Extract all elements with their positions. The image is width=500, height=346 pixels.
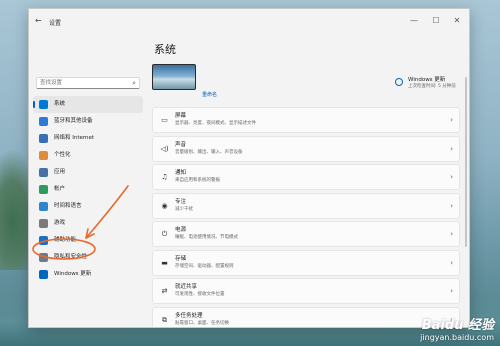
- windows-update-icon: [395, 78, 403, 86]
- back-arrow-icon[interactable]: ←: [35, 17, 42, 25]
- chevron-right-icon: ›: [450, 144, 453, 153]
- focus-icon: ◉: [161, 201, 168, 210]
- sidebar-item[interactable]: 个性化: [33, 147, 143, 164]
- card-title: 通知: [175, 170, 187, 176]
- minimize-button[interactable]: —: [407, 14, 421, 28]
- card-subtitle: 显示器、亮度、夜间模式、显示描述文件: [175, 121, 256, 126]
- rename-link[interactable]: 重命名: [202, 91, 217, 98]
- bell-icon: ♫: [161, 173, 168, 181]
- card-subtitle: 睡眠、电池使用情况、节电模式: [175, 235, 238, 240]
- sidebar-item[interactable]: Windows 更新: [33, 266, 143, 283]
- close-button[interactable]: ✕: [450, 14, 464, 28]
- card-title: 就近共享: [175, 284, 198, 290]
- sidebar-nav: 系统蓝牙和其他设备 网络和 Internet 个性化应用帐户时间和语言游戏辅助功能隐…: [33, 96, 143, 283]
- sidebar-item-label: 网络和 Internet: [54, 135, 95, 141]
- sidebar-item[interactable]: 蓝牙和其他设备: [33, 113, 143, 130]
- title-bar: ← 设置 — ☐ ✕: [29, 9, 469, 37]
- sidebar-item-label: 应用: [54, 169, 66, 175]
- card-subtitle: 贴靠窗口、桌面、任务切换: [175, 320, 229, 326]
- monitor-icon: [39, 100, 48, 109]
- sidebar-item-label: Windows 更新: [54, 271, 92, 277]
- card-subtitle: 来自应用和系统的警报: [175, 178, 220, 183]
- card-title: 专注: [175, 198, 187, 205]
- app-title: 设置: [49, 20, 62, 27]
- card-title: 存储: [175, 255, 187, 262]
- sidebar-item-label: 帐户: [54, 186, 66, 192]
- sidebar-item-label: 隐私和安全性: [54, 254, 88, 260]
- gamepad-icon: [39, 219, 48, 228]
- device-thumbnail: [152, 64, 196, 90]
- brush-icon: [39, 151, 48, 160]
- settings-cards: ▭ 屏幕显示器、亮度、夜间模式、显示描述文件 › ◁) 声音 音量级别、输出、输入、声音设…: [152, 107, 460, 327]
- chevron-right-icon: ›: [450, 258, 453, 267]
- settings-window: ← 设置 — ☐ ✕ ⌕ 系统蓝牙和其他设备网络和 Internet 个性化应用帐…: [28, 8, 470, 328]
- main-content: 系统 重命名 Windows 更新 上次检查时间: 5 分钟前 ▭ 屏幕显示器、亮…: [147, 37, 469, 327]
- speaker-icon: ◁): [160, 144, 169, 153]
- settings-card[interactable]: ◉ 专注 减少干扰 ›: [152, 192, 460, 219]
- baidu-watermark: Baidu 经验 jingyan.baidu.com: [420, 314, 494, 342]
- watermark-url: jingyan.baidu.com: [420, 333, 494, 342]
- sidebar-item[interactable]: 网络和 Internet: [33, 130, 143, 147]
- sidebar-item-label: 游戏: [54, 220, 66, 226]
- scrollbar[interactable]: [465, 77, 467, 247]
- sidebar-item-label: 个性化: [54, 152, 71, 158]
- chevron-right-icon: ›: [450, 116, 453, 124]
- settings-card[interactable]: ▬ 存储 存储空间、驱动器、配置规则 ›: [152, 249, 460, 276]
- chevron-right-icon: ›: [450, 230, 453, 238]
- sidebar-item-label: 系统: [54, 101, 66, 107]
- sidebar-item-label: 蓝牙和其他设备: [54, 118, 93, 124]
- clock-globe-icon: [39, 202, 48, 211]
- windows-update-icon: [39, 270, 48, 279]
- settings-card[interactable]: ⧉ 多任务处理 贴靠窗口、桌面、任务切换 ›: [152, 306, 460, 327]
- settings-card[interactable]: ▭ 屏幕显示器、亮度、夜间模式、显示描述文件 ›: [152, 107, 460, 133]
- person-icon: [39, 185, 48, 194]
- sidebar-item-label: 时间和语言: [54, 203, 82, 209]
- chevron-right-icon: ›: [450, 201, 453, 210]
- chevron-right-icon: ›: [450, 287, 453, 295]
- wifi-icon: [39, 134, 48, 143]
- sidebar-item-label: 辅助功能: [54, 237, 77, 243]
- card-subtitle: 可发现性、接收文件位置: [175, 292, 225, 297]
- chevron-right-icon: ›: [450, 173, 453, 181]
- display-icon: ▭: [161, 116, 168, 124]
- watermark-logo: Baidu 经验: [421, 318, 494, 333]
- sidebar-item[interactable]: 隐私和安全性: [33, 249, 143, 266]
- settings-card[interactable]: ⇄ 就近共享可发现性、接收文件位置 ›: [152, 278, 460, 304]
- card-title: 屏幕: [175, 113, 187, 119]
- sidebar-item[interactable]: 帐户: [33, 181, 143, 198]
- card-subtitle: 减少干扰: [175, 206, 193, 212]
- search-icon[interactable]: ⌕: [132, 79, 136, 88]
- search-box[interactable]: ⌕: [36, 77, 140, 89]
- search-input[interactable]: [37, 78, 124, 88]
- sidebar-item[interactable]: 应用: [33, 164, 143, 181]
- shield-icon: [39, 253, 48, 262]
- windows-update-status[interactable]: Windows 更新 上次检查时间: 5 分钟前: [395, 74, 467, 94]
- maximize-button[interactable]: ☐: [429, 14, 443, 28]
- power-icon: ⏻: [161, 230, 168, 238]
- accessibility-icon: [39, 236, 48, 245]
- card-title: 声音: [175, 141, 187, 148]
- page-title: 系统: [154, 43, 176, 56]
- card-title: 多任务处理: [175, 312, 203, 319]
- settings-card[interactable]: ♫ 通知来自应用和系统的警报 ›: [152, 164, 460, 190]
- sidebar-item[interactable]: 辅助功能: [33, 232, 143, 249]
- card-subtitle: 存储空间、驱动器、配置规则: [175, 263, 234, 269]
- update-subtitle: 上次检查时间: 5 分钟前: [408, 84, 456, 89]
- bluetooth-icon: [39, 117, 48, 126]
- sidebar-item[interactable]: 系统: [33, 96, 143, 113]
- apps-icon: [39, 168, 48, 177]
- settings-card[interactable]: ◁) 声音 音量级别、输出、输入、声音设备 ›: [152, 135, 460, 162]
- update-title: Windows 更新: [408, 77, 446, 83]
- card-title: 电源: [175, 227, 187, 233]
- multitask-icon: ⧉: [162, 315, 167, 324]
- nearby-share-icon: ⇄: [161, 287, 168, 295]
- sidebar-item[interactable]: 时间和语言: [33, 198, 143, 215]
- card-subtitle: 音量级别、输出、输入、声音设备: [175, 149, 243, 155]
- settings-card[interactable]: ⏻ 电源睡眠、电池使用情况、节电模式 ›: [152, 221, 460, 247]
- sidebar: ⌕ 系统蓝牙和其他设备网络和 Internet 个性化应用帐户时间和语言游戏辅助功…: [29, 37, 147, 327]
- active-indicator: [33, 101, 35, 108]
- storage-icon: ▬: [161, 258, 168, 267]
- sidebar-item[interactable]: 游戏: [33, 215, 143, 232]
